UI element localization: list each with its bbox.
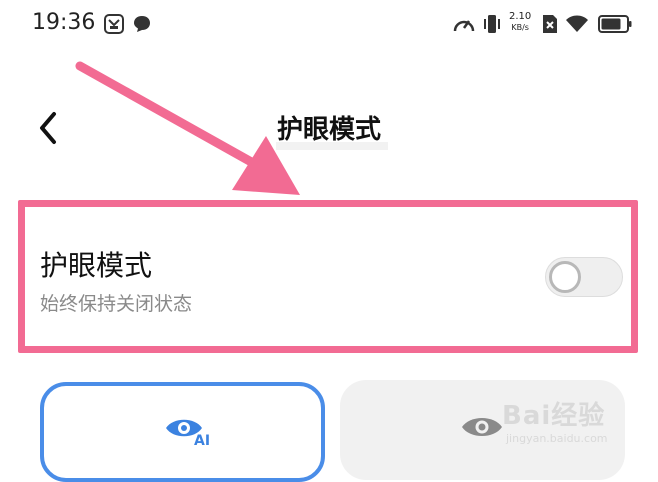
annotation-arrow: [75, 61, 300, 195]
